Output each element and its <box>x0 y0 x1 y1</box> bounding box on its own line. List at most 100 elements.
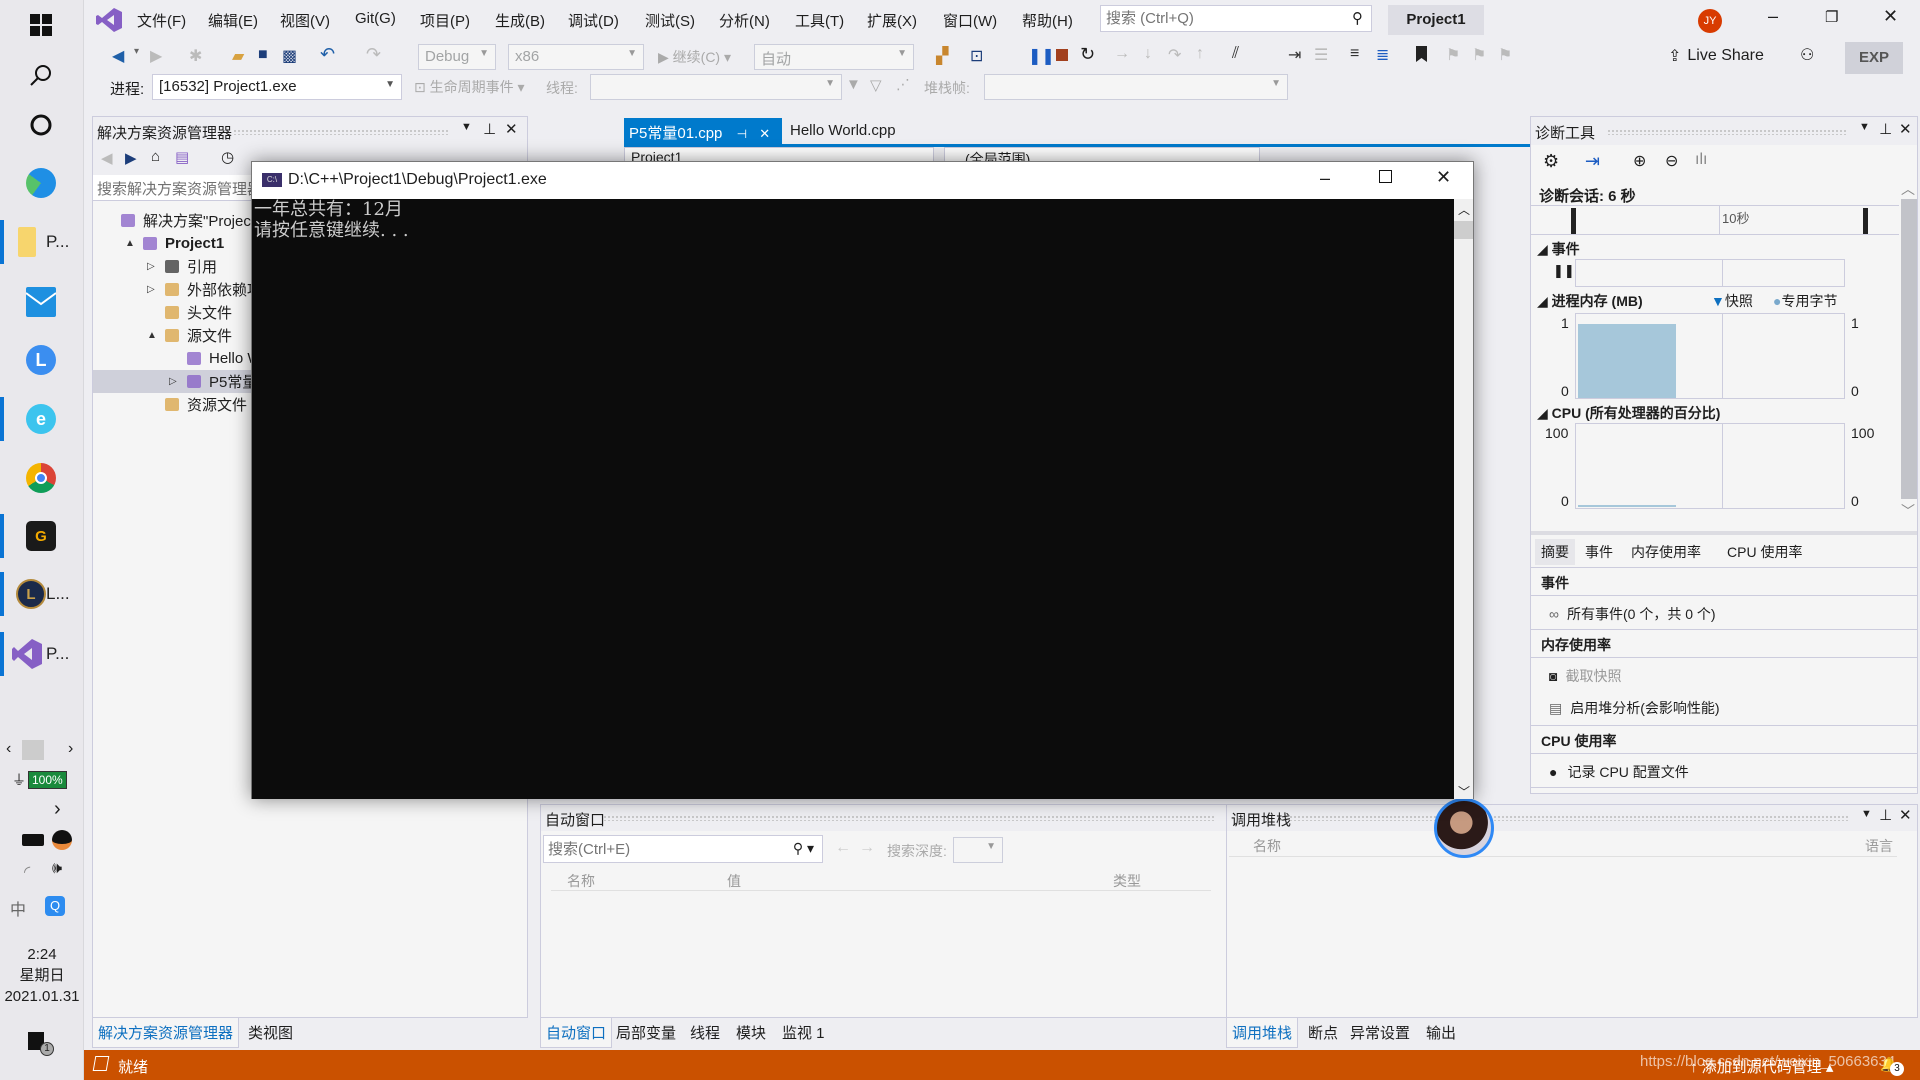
scroll-thumb[interactable] <box>1901 199 1917 499</box>
all-events-link[interactable]: ∞ 所有事件(0 个，共 0 个) <box>1531 596 1917 630</box>
ime-indicator[interactable]: 中 <box>10 896 26 920</box>
menu-item[interactable]: 调试(D) <box>568 10 619 31</box>
lifecycle-events-button[interactable]: ⊡ 生命周期事件 ▾ <box>414 77 525 97</box>
pin-icon[interactable]: ⊥ <box>483 120 496 138</box>
tab-modules[interactable]: 模块 <box>736 1022 766 1043</box>
taskbar-explorer[interactable]: P... <box>0 214 84 270</box>
tab-cpu[interactable]: CPU 使用率 <box>1727 542 1802 562</box>
platform-dropdown[interactable]: x86 ▼ <box>508 44 644 70</box>
record-cpu-button[interactable]: ● 记录 CPU 配置文件 <box>1531 754 1917 788</box>
back-icon[interactable]: ◀ <box>101 149 113 167</box>
redo-icon[interactable]: ↷ <box>366 44 381 65</box>
drag-grip[interactable] <box>603 815 1215 821</box>
events-section-header[interactable]: ◢ 事件 <box>1537 239 1580 259</box>
source-control-button[interactable]: ↑ 添加到源代码管理 ▴ <box>1690 1056 1833 1077</box>
scroll-up-icon[interactable]: ︿ <box>1901 179 1915 199</box>
expander-icon[interactable]: ▷ <box>147 284 155 295</box>
battery-icon[interactable] <box>22 834 44 846</box>
chevron-right-icon[interactable]: › <box>54 798 61 821</box>
expander-icon[interactable]: ▲ <box>125 238 135 249</box>
screenshot-icon[interactable]: ⊡ <box>970 46 983 66</box>
close-icon[interactable]: ✕ <box>1899 120 1912 138</box>
stop-icon[interactable] <box>1056 49 1068 61</box>
scroll-down-icon[interactable]: ﹀ <box>1458 783 1470 800</box>
navigate-forward-icon[interactable]: ▶ <box>150 46 162 66</box>
tab-p5-cpp[interactable]: P5常量01.cpp ⊣ ✕ <box>624 118 782 144</box>
memory-chart[interactable] <box>1575 313 1845 399</box>
take-snapshot-button[interactable]: ◙ 截取快照 <box>1531 658 1917 692</box>
console-titlebar[interactable]: C:\ D:\C++\Project1\Debug\Project1.exe –… <box>252 162 1473 199</box>
drag-grip[interactable] <box>1289 815 1849 821</box>
exp-badge[interactable]: EXP <box>1845 42 1903 74</box>
menu-item[interactable]: 扩展(X) <box>867 10 917 31</box>
close-button[interactable]: ✕ <box>1883 6 1898 27</box>
process-dropdown[interactable]: [16532] Project1.exe ▼ <box>152 74 402 100</box>
auto-dropdown[interactable]: 自动 ▼ <box>754 44 914 70</box>
bookmark-icon[interactable] <box>1416 46 1427 62</box>
taskbar-game-app[interactable]: G <box>0 508 84 564</box>
undo-icon[interactable]: ↶ <box>320 44 335 65</box>
timeline-start-handle[interactable] <box>1571 208 1576 234</box>
menu-item[interactable]: 生成(B) <box>495 10 545 31</box>
quick-launch-search[interactable]: ⚲ <box>1100 5 1372 32</box>
open-file-icon[interactable]: ▰ <box>232 46 244 66</box>
tab-solution-explorer[interactable]: 解决方案资源管理器 <box>92 1018 240 1048</box>
taskbar-visual-studio[interactable]: P... <box>0 626 84 682</box>
tab-summary[interactable]: 摘要 <box>1535 539 1575 565</box>
step-out-icon[interactable]: ↑ <box>1196 45 1204 63</box>
panel-menu-icon[interactable]: ▼ <box>1861 808 1872 820</box>
filter-icon[interactable]: ▼ <box>846 76 861 93</box>
pause-icon[interactable]: ❚❚ <box>1553 263 1575 279</box>
search-app-icon[interactable]: Q <box>45 896 65 916</box>
hex-display-icon[interactable]: ⫽ <box>1232 45 1239 63</box>
scroll-thumb[interactable] <box>1454 221 1473 239</box>
battery-indicator[interactable]: ⏚ 100% <box>12 770 67 790</box>
feedback-icon[interactable]: ⚇ <box>1800 45 1814 65</box>
console-minimize-button[interactable]: – <box>1320 168 1330 189</box>
switch-views-icon[interactable]: ▤ <box>175 148 189 166</box>
user-avatar[interactable]: JY <box>1698 9 1722 33</box>
autos-search-input[interactable] <box>544 836 764 862</box>
tab-hello-world[interactable]: Hello World.cpp <box>790 122 896 139</box>
pause-icon[interactable]: ❚❚ <box>1028 46 1055 66</box>
taskbar-league[interactable]: L L... <box>0 566 84 622</box>
show-next-statement-icon[interactable]: → <box>1114 45 1130 63</box>
close-icon[interactable]: ✕ <box>1899 806 1912 824</box>
forward-icon[interactable]: ▶ <box>125 149 137 167</box>
action-center[interactable]: 1 <box>28 1032 54 1056</box>
panel-menu-icon[interactable]: ▼ <box>1859 121 1870 133</box>
search-forward-icon[interactable]: → <box>859 839 875 857</box>
thread-icon[interactable]: ⇥ <box>1288 45 1301 65</box>
next-bookmark-icon[interactable]: ⚑ <box>1472 45 1486 65</box>
cpu-section-header[interactable]: ◢ CPU (所有处理器的百分比) <box>1537 403 1720 423</box>
search-depth-dropdown[interactable]: ▼ <box>953 837 1003 863</box>
tab-call-stack[interactable]: 调用堆栈 <box>1226 1018 1299 1048</box>
menu-item[interactable]: 分析(N) <box>719 10 770 31</box>
tab-autos[interactable]: 自动窗口 <box>540 1018 613 1048</box>
chevron-right-icon[interactable]: › <box>68 740 73 758</box>
column-header-name[interactable]: 名称 <box>1253 836 1281 856</box>
menu-item[interactable]: 视图(V) <box>280 10 330 31</box>
tab-events[interactable]: 事件 <box>1585 542 1613 562</box>
wifi-icon[interactable]: ◜ <box>24 862 30 882</box>
diagnostics-scrollbar[interactable]: ︿ ﹀ <box>1899 179 1917 519</box>
taskbar-scroller[interactable]: ‹ › <box>4 740 80 760</box>
memory-section-header[interactable]: ◢ 进程内存 (MB) <box>1537 291 1643 311</box>
tab-threads[interactable]: 线程 <box>690 1022 720 1043</box>
threads-icon[interactable]: ☰ <box>1314 45 1328 65</box>
column-header-name[interactable]: 名称 <box>567 871 595 891</box>
find-in-files-icon[interactable]: ▞ <box>936 46 948 66</box>
menu-item[interactable]: 编辑(E) <box>208 10 258 31</box>
pending-changes-icon[interactable]: ◷ <box>221 148 234 166</box>
search-back-icon[interactable]: ← <box>835 839 851 857</box>
minimize-button[interactable]: – <box>1768 6 1778 27</box>
menu-item[interactable]: 窗口(W) <box>943 10 997 31</box>
filter-clear-icon[interactable]: ▽ <box>870 76 882 94</box>
quick-launch-input[interactable] <box>1101 6 1341 30</box>
splitter[interactable] <box>1531 531 1917 535</box>
floating-avatar[interactable] <box>1434 798 1494 858</box>
restore-button[interactable]: ❐ <box>1825 8 1838 26</box>
taskbar-search[interactable] <box>0 48 84 104</box>
save-icon[interactable]: ■ <box>258 46 268 64</box>
tab-output[interactable]: 输出 <box>1426 1022 1456 1043</box>
